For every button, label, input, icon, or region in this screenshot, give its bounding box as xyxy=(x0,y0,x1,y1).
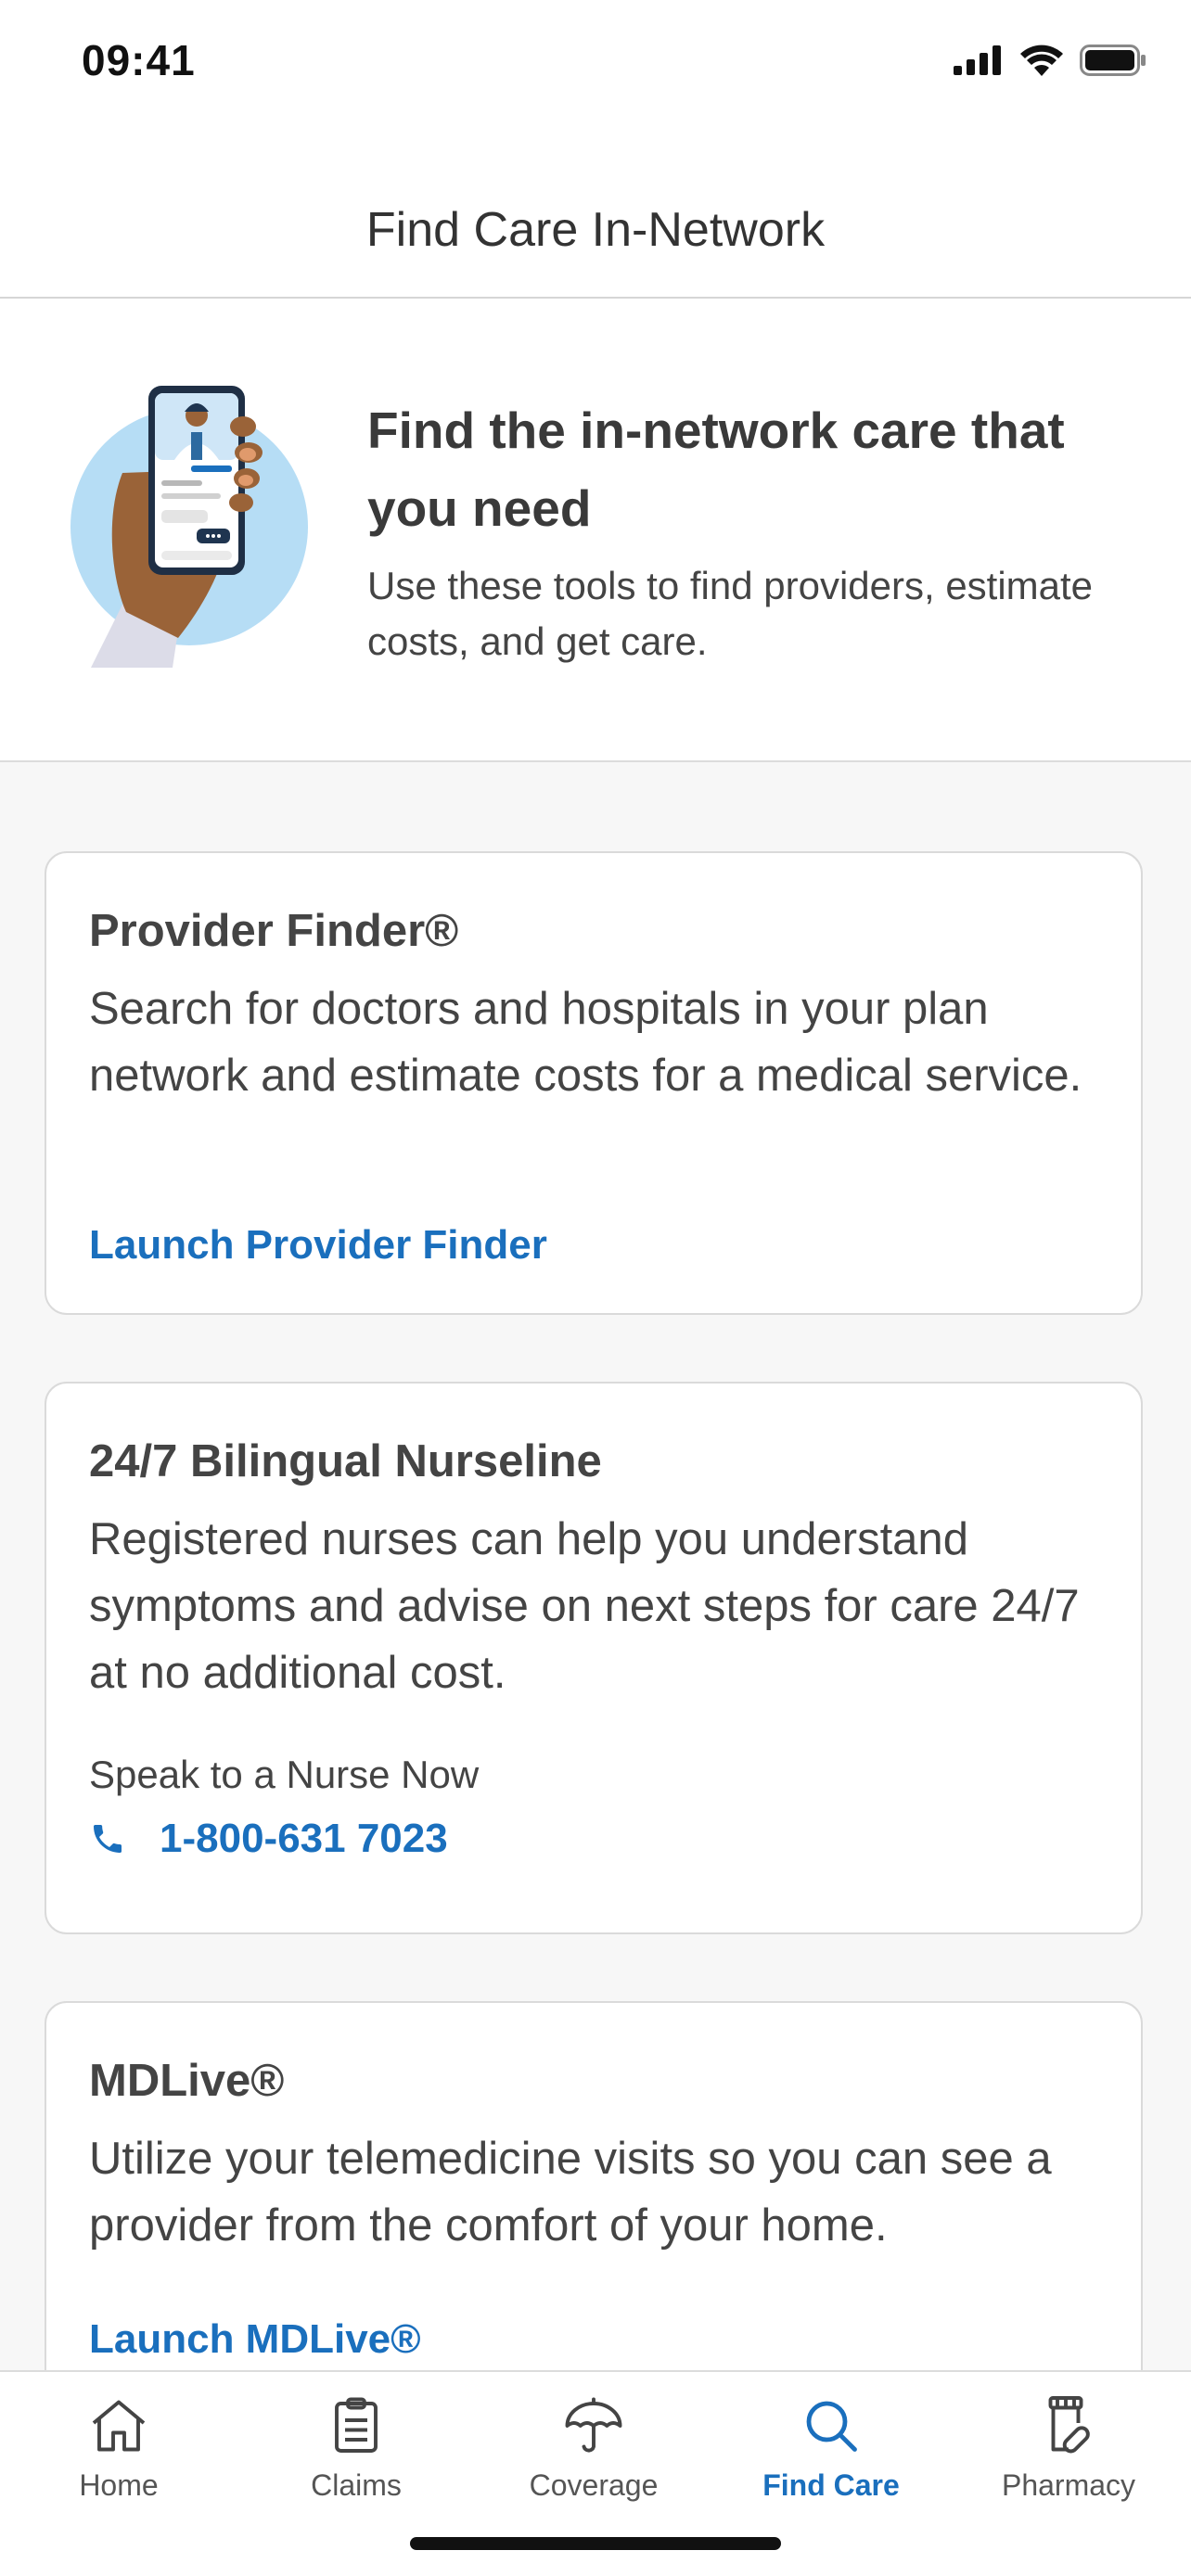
nav-header: Find Care In-Network xyxy=(0,130,1191,299)
speak-to-nurse-label: Speak to a Nurse Now xyxy=(89,1753,480,1796)
tab-label: Find Care xyxy=(762,2468,900,2502)
clipboard-icon xyxy=(335,2397,378,2453)
nurseline-card: 24/7 Bilingual Nurseline Registered nurs… xyxy=(45,1382,1143,1934)
status-icons xyxy=(954,45,1146,76)
mdlive-card: MDLive® Utilize your telemedicine visits… xyxy=(45,2001,1143,2428)
phone-number: 1-800-631 7023 xyxy=(160,1816,448,1861)
tab-home[interactable]: Home xyxy=(0,2392,237,2522)
hero-section: Find the in-network care that you need U… xyxy=(0,299,1191,762)
launch-provider-finder-link[interactable]: Launch Provider Finder xyxy=(89,1222,547,1269)
card-title: 24/7 Bilingual Nurseline xyxy=(89,1436,602,1486)
card-description: Registered nurses can help you understan… xyxy=(89,1514,1080,1698)
doctor-phone-illustration xyxy=(70,386,308,668)
home-indicator xyxy=(410,2537,781,2550)
tab-label: Home xyxy=(79,2468,159,2502)
hero-title: Find the in-network care that you need xyxy=(367,402,1065,537)
tab-label: Claims xyxy=(311,2468,402,2502)
umbrella-icon xyxy=(565,2397,622,2453)
card-description: Search for doctors and hospitals in your… xyxy=(89,984,1082,1101)
home-icon xyxy=(92,2400,146,2452)
status-time: 09:41 xyxy=(82,36,196,84)
card-description: Utilize your telemedicine visits so you … xyxy=(89,2134,1052,2251)
tab-pharmacy[interactable]: Pharmacy xyxy=(950,2392,1187,2522)
nurseline-phone-link[interactable]: 1-800-631 7023 xyxy=(89,1816,448,1862)
status-bar: 09:41 xyxy=(0,0,1191,130)
cellular-signal-icon xyxy=(954,45,1001,75)
pill-bottle-icon xyxy=(1048,2396,1090,2454)
phone-icon xyxy=(94,1825,122,1853)
launch-mdlive-link[interactable]: Launch MDLive® xyxy=(89,2316,421,2363)
tab-find-care[interactable]: Find Care xyxy=(712,2392,950,2522)
wifi-icon xyxy=(1020,45,1063,76)
provider-finder-card: Provider Finder® Search for doctors and … xyxy=(45,851,1143,1315)
search-icon xyxy=(806,2401,857,2452)
hero-description: Use these tools to find providers, estim… xyxy=(367,564,1094,663)
tab-label: Pharmacy xyxy=(1001,2468,1136,2502)
page-title: Find Care In-Network xyxy=(365,203,826,257)
card-title: Provider Finder® xyxy=(89,906,459,956)
tab-label: Coverage xyxy=(529,2468,659,2502)
card-title: MDLive® xyxy=(89,2056,285,2106)
tab-claims[interactable]: Claims xyxy=(237,2392,475,2522)
tab-coverage[interactable]: Coverage xyxy=(475,2392,712,2522)
battery-icon xyxy=(1080,45,1146,76)
